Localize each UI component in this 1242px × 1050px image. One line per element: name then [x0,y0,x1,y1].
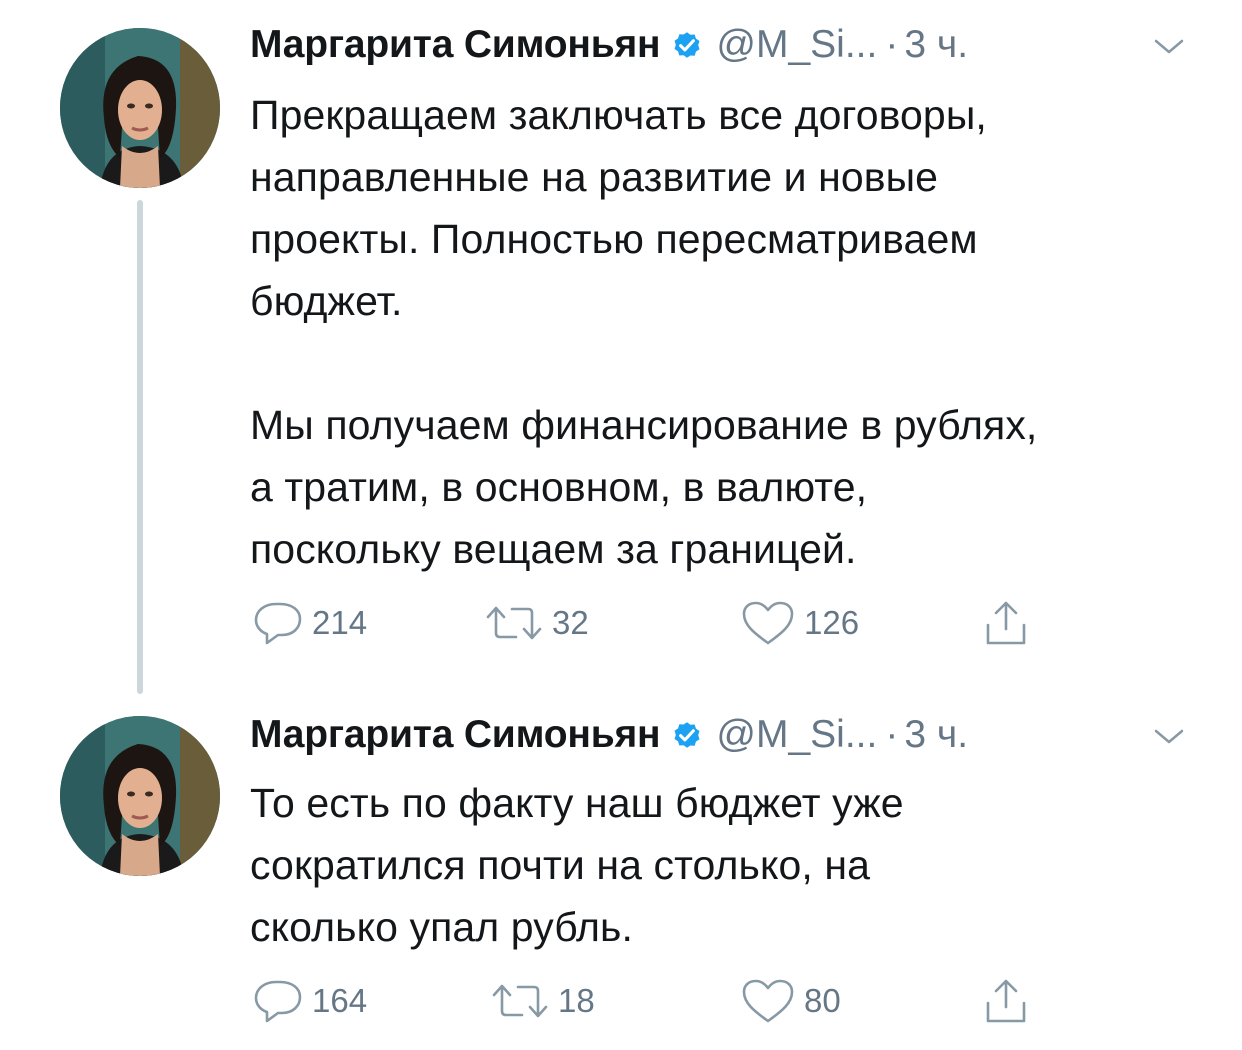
share-button[interactable] [984,976,1028,1026]
avatar[interactable] [60,28,220,188]
retweet-count: 32 [552,604,589,641]
like-count: 126 [804,604,860,641]
timestamp[interactable]: 3 ч. [904,23,968,67]
reply-icon [254,602,302,645]
avatar[interactable] [60,716,220,876]
tweet-actions: 214 32 126 [252,598,1152,648]
verified-badge-icon [670,28,704,62]
reply-count: 214 [312,604,368,641]
heart-icon [742,601,794,645]
heart-icon [742,979,794,1023]
chevron-down-icon[interactable] [1152,726,1186,748]
author-handle[interactable]: @M_Si... [716,713,877,757]
retweet-icon [486,606,542,640]
timestamp[interactable]: 3 ч. [904,713,968,757]
separator-dot: · [885,23,899,66]
tweet-header: Маргарита Симоньян @M_Si... · 3 ч. [250,20,968,70]
retweet-button[interactable]: 32 [484,598,589,648]
reply-button[interactable]: 214 [252,598,367,648]
separator-dot: · [885,713,899,756]
share-icon [986,601,1026,645]
tweet-text: Прекращаем заключать все договоры, напра… [250,92,1038,572]
author-name[interactable]: Маргарита Симоньян [250,713,661,757]
like-button[interactable]: 80 [740,976,841,1026]
reply-count: 164 [312,982,368,1019]
reply-button[interactable]: 164 [252,976,367,1026]
thread-connector-line [137,200,143,694]
share-icon [986,979,1026,1023]
chevron-down-icon[interactable] [1152,36,1186,58]
like-button[interactable]: 126 [740,598,859,648]
tweet-actions: 164 18 80 [252,976,1152,1026]
like-count: 80 [804,982,841,1019]
share-button[interactable] [984,598,1028,648]
tweet-header: Маргарита Симоньян @M_Si... · 3 ч. [250,710,968,760]
author-handle[interactable]: @M_Si... [716,23,877,67]
reply-icon [254,980,302,1023]
retweet-button[interactable]: 18 [490,976,595,1026]
verified-badge-icon [670,718,704,752]
retweet-count: 18 [558,982,595,1019]
retweet-icon [492,984,548,1018]
tweet-text: То есть по факту наш бюджет уже сократил… [250,780,904,950]
author-name[interactable]: Маргарита Симоньян [250,23,661,67]
